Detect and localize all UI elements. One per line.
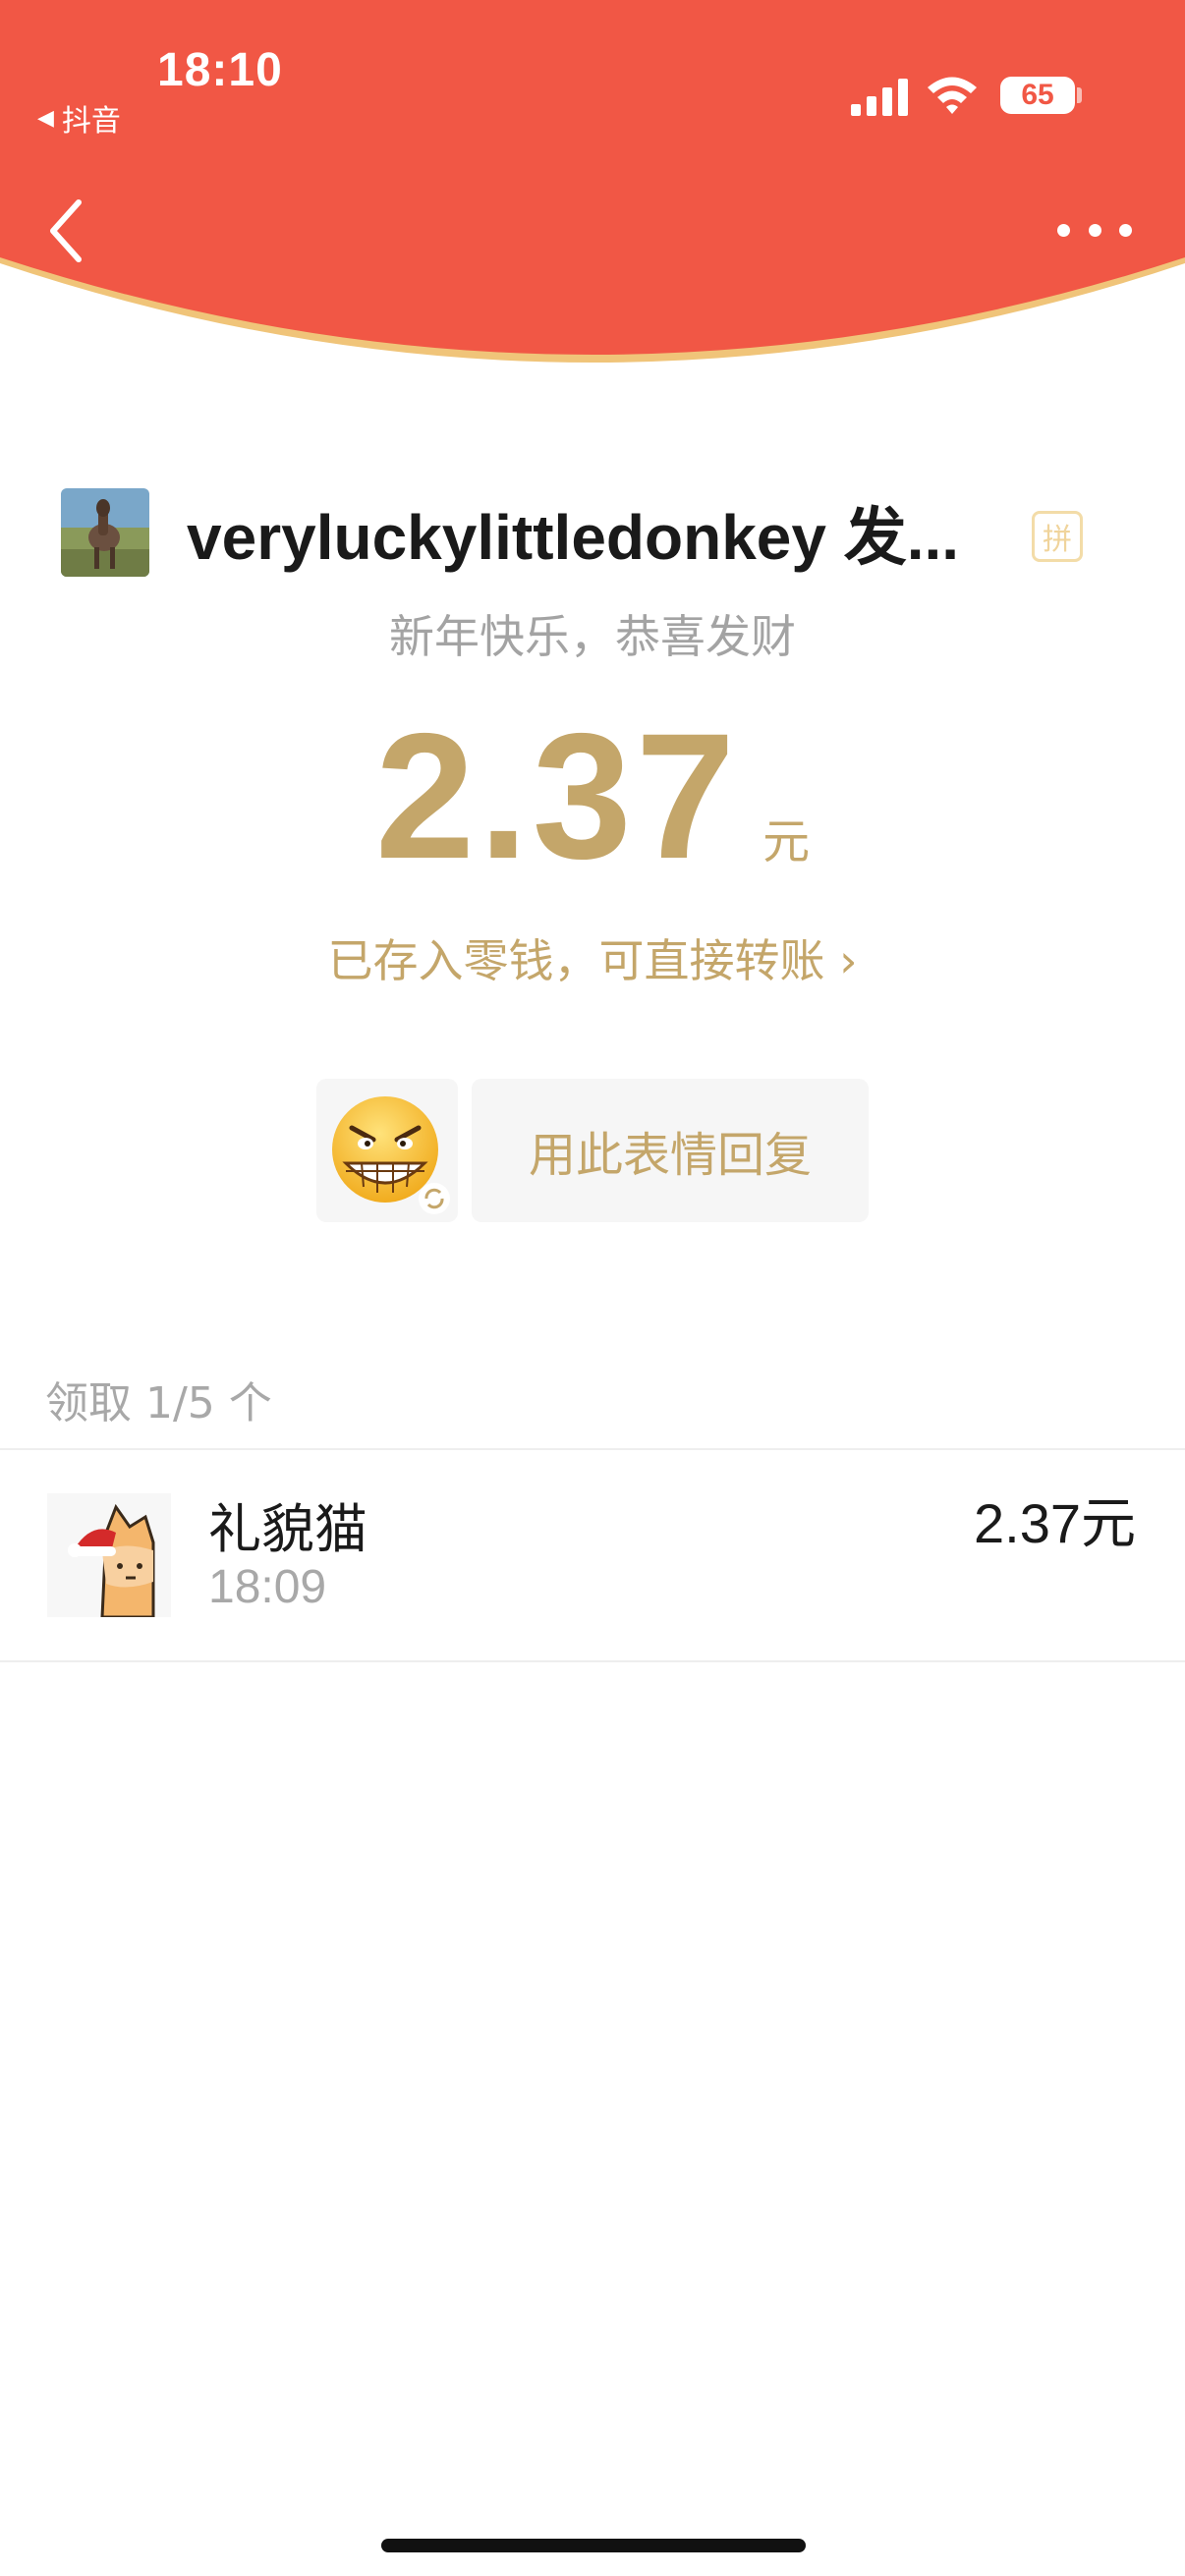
more-dot-icon (1057, 223, 1070, 237)
sender-row: veryluckylittledonkey 发... (61, 487, 1102, 578)
group-envelope-badge: 拼 (1032, 511, 1083, 562)
wifi-icon (928, 77, 977, 114)
home-indicator[interactable] (381, 2539, 806, 2552)
battery-cap (1077, 87, 1082, 103)
claim-time: 18:09 (208, 1561, 327, 1613)
claimer-name: 礼貌猫 (208, 1498, 367, 1560)
more-dot-icon (1119, 223, 1132, 237)
more-dot-icon (1088, 223, 1101, 237)
back-chevron-icon[interactable] (47, 196, 86, 265)
battery-indicator: 65 (1000, 77, 1075, 114)
claimer-avatar (47, 1493, 171, 1617)
more-options-button[interactable] (1057, 210, 1132, 250)
amount-value: 2.37 (374, 696, 740, 896)
claim-amount: 2.37元 (974, 1492, 1136, 1554)
reply-with-emoji-button[interactable]: 用此表情回复 (472, 1079, 869, 1222)
claim-record[interactable]: 礼貌猫 18:09 2.37元 (0, 1450, 1185, 1660)
amount-display: 2.37 元 (0, 706, 1185, 885)
reply-row: 用此表情回复 (316, 1079, 869, 1222)
divider (0, 1660, 1185, 1662)
grin-emoji-icon (332, 1096, 450, 1214)
amount-unit: 元 (762, 814, 811, 869)
cellular-signal-icon (851, 79, 908, 116)
back-to-app[interactable]: ◀ 抖音 (37, 96, 121, 140)
back-triangle-icon: ◀ (37, 105, 54, 131)
emoji-picker[interactable] (316, 1079, 458, 1222)
back-app-label: 抖音 (61, 104, 121, 139)
wallet-link[interactable]: 已存入零钱，可直接转账 › (0, 925, 1185, 990)
sender-name: veryluckylittledonkey 发... (187, 502, 960, 573)
claimed-count: 领取 1/5 个 (45, 1378, 272, 1428)
status-time: 18:10 (157, 44, 283, 96)
greeting-text: 新年快乐，恭喜发财 (389, 610, 796, 663)
sender-avatar (61, 488, 149, 577)
